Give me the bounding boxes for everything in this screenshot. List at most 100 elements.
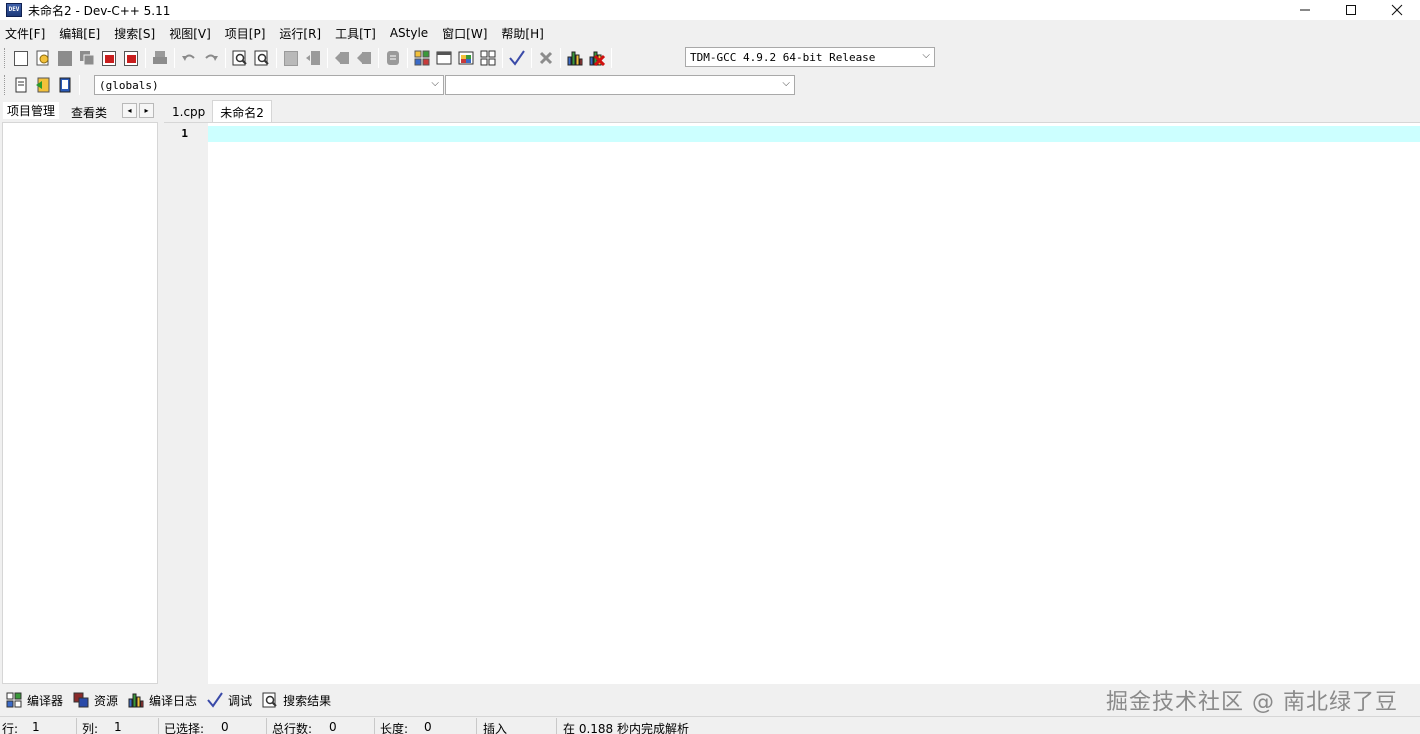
bookmark-icon	[335, 52, 349, 64]
search-icon	[262, 692, 278, 708]
main-toolbar	[2, 46, 615, 70]
goto-line-button[interactable]	[382, 47, 404, 69]
chevron-down-icon: ⌵	[782, 78, 790, 89]
menu-run[interactable]: 运行[R]	[278, 25, 328, 42]
goto-line-icon	[387, 51, 399, 65]
delete-profile-icon	[589, 51, 605, 66]
toolbar-separator	[560, 48, 561, 68]
replace-button[interactable]	[251, 47, 273, 69]
menu-search[interactable]: 搜索[S]	[113, 25, 162, 42]
run-button[interactable]	[433, 47, 455, 69]
tab-project-manager[interactable]: 项目管理	[3, 102, 60, 119]
resources-icon	[73, 692, 89, 708]
close-all-button[interactable]	[120, 47, 142, 69]
tab-class-browser[interactable]: 查看类	[71, 104, 107, 121]
print-button[interactable]	[149, 47, 171, 69]
maximize-button[interactable]	[1328, 0, 1374, 20]
tab-compile-log[interactable]: 编译日志	[128, 692, 197, 709]
line-number-gutter: 1	[164, 123, 208, 685]
status-separator	[556, 718, 557, 734]
add-to-project-button[interactable]	[32, 74, 54, 96]
tab-resources[interactable]: 资源	[73, 692, 118, 709]
profile-button[interactable]	[564, 47, 586, 69]
menu-view[interactable]: 视图[V]	[168, 25, 218, 42]
function-select[interactable]: ⌵	[445, 75, 795, 95]
redo-button[interactable]	[200, 47, 222, 69]
watermark: 掘金技术社区 @ 南北绿了豆	[1106, 690, 1398, 715]
menu-window[interactable]: 窗口[W]	[441, 25, 494, 42]
tab-compiler[interactable]: 编译器	[6, 692, 63, 709]
devcpp-app-icon[interactable]: DEV	[6, 3, 22, 17]
arrow-left-icon: ◂	[127, 106, 132, 115]
close-file-button[interactable]	[98, 47, 120, 69]
editor-tab-untitled2[interactable]: 未命名2	[212, 100, 272, 122]
find-button[interactable]	[229, 47, 251, 69]
menu-project[interactable]: 项目[P]	[224, 25, 273, 42]
scope-select[interactable]: (globals) ⌵	[94, 75, 444, 95]
arrow-right-icon: ▸	[144, 106, 149, 115]
save-all-button[interactable]	[76, 47, 98, 69]
toolbar-separator	[79, 75, 80, 95]
menu-astyle[interactable]: AStyle	[389, 26, 435, 40]
unindent-button[interactable]	[302, 47, 324, 69]
menu-edit[interactable]: 编辑[E]	[58, 25, 107, 42]
bar-chart-icon	[128, 692, 144, 708]
save-icon	[58, 50, 72, 66]
maximize-icon	[1346, 5, 1356, 15]
tab-debug[interactable]: 调试	[207, 692, 252, 709]
tab-search-results-label: 搜索结果	[283, 693, 332, 708]
bar-chart-icon	[567, 51, 583, 66]
compile-run-button[interactable]	[455, 47, 477, 69]
chevron-down-icon: ⌵	[922, 50, 930, 61]
book-icon	[59, 77, 71, 93]
goto-bookmark-button[interactable]	[353, 47, 375, 69]
compile-button[interactable]	[411, 47, 433, 69]
toggle-bookmark-button[interactable]	[331, 47, 353, 69]
left-panel-tabs: 项目管理 查看类 ◂ ▸	[0, 100, 160, 122]
close-all-icon	[124, 50, 138, 66]
compiler-select[interactable]: TDM-GCC 4.9.2 64-bit Release ⌵	[685, 47, 935, 67]
close-button[interactable]	[1374, 0, 1420, 20]
menu-file[interactable]: 文件[F]	[4, 25, 52, 42]
minimize-button[interactable]	[1282, 0, 1328, 20]
stop-execution-button[interactable]	[535, 47, 557, 69]
tab-scroll-left-button[interactable]: ◂	[122, 103, 137, 118]
open-file-button[interactable]	[32, 47, 54, 69]
toolbar-grip[interactable]	[4, 48, 7, 68]
status-col-label: 列:	[82, 722, 99, 734]
save-button[interactable]	[54, 47, 76, 69]
status-total-label: 总行数:	[272, 722, 313, 734]
undo-button[interactable]	[178, 47, 200, 69]
status-insert-mode: 插入	[483, 722, 508, 734]
rebuild-all-button[interactable]	[477, 47, 499, 69]
secondary-toolbar	[2, 73, 83, 97]
compile-run-icon	[458, 51, 474, 65]
tab-compile-log-label: 编译日志	[149, 693, 198, 708]
status-selected-value: 0	[221, 720, 229, 734]
indent-icon	[284, 50, 298, 66]
code-editor[interactable]: 1	[164, 122, 1420, 685]
tab-search-results[interactable]: 搜索结果	[262, 692, 331, 709]
toolbar-grip[interactable]	[4, 75, 7, 95]
menu-help[interactable]: 帮助[H]	[500, 25, 550, 42]
status-row-label: 行:	[2, 722, 19, 734]
new-file-icon	[14, 50, 28, 66]
check-icon	[509, 50, 525, 66]
project-tree-panel[interactable]	[2, 122, 158, 684]
compile-grid-icon	[414, 50, 430, 66]
editor-tab-1cpp[interactable]: 1.cpp	[165, 100, 212, 122]
indent-button[interactable]	[280, 47, 302, 69]
current-line-highlight	[208, 126, 1420, 142]
status-total-value: 0	[329, 720, 337, 734]
project-options-button[interactable]	[54, 74, 76, 96]
toolbar-separator	[531, 48, 532, 68]
insert-button[interactable]	[10, 74, 32, 96]
tab-resources-label: 资源	[94, 693, 119, 708]
menu-tools[interactable]: 工具[T]	[334, 25, 383, 42]
new-file-button[interactable]	[10, 47, 32, 69]
toolbar-separator	[276, 48, 277, 68]
print-icon	[153, 51, 167, 64]
tab-scroll-right-button[interactable]: ▸	[139, 103, 154, 118]
delete-profile-button[interactable]	[586, 47, 608, 69]
syntax-check-button[interactable]	[506, 47, 528, 69]
